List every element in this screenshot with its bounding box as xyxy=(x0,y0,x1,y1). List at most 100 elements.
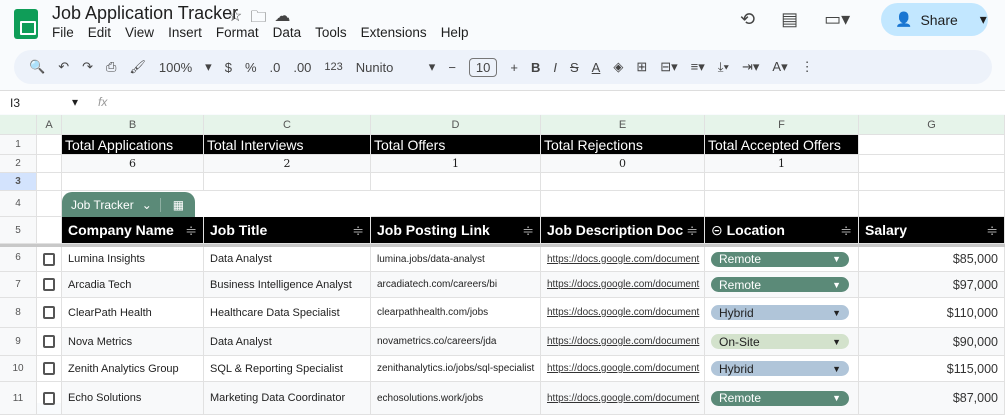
summary-value[interactable]: 0 xyxy=(541,155,705,173)
menu-file[interactable]: File xyxy=(52,25,74,40)
doc-link[interactable]: https://docs.google.com/document xyxy=(547,254,699,265)
summary-label[interactable]: Total Applications xyxy=(62,135,204,155)
filter-icon[interactable]: ≑ xyxy=(185,222,197,239)
filter-icon[interactable]: ≑ xyxy=(840,222,852,239)
checkbox[interactable] xyxy=(43,335,55,348)
corner[interactable] xyxy=(0,115,37,135)
job-posting-link[interactable]: zenithanalytics.io/jobs/sql-specialist xyxy=(371,356,541,382)
percent-button[interactable]: % xyxy=(245,60,257,75)
print-icon[interactable]: ⎙ xyxy=(106,59,116,75)
job-posting-link[interactable]: lumina.jobs/data-analyst xyxy=(371,247,541,272)
wrap-icon[interactable]: ⇥▾ xyxy=(742,59,759,75)
cell-a[interactable] xyxy=(37,155,62,173)
column-header-C[interactable]: C xyxy=(204,115,371,135)
meet-icon[interactable]: ▭▾ xyxy=(824,9,850,30)
row-checkbox[interactable] xyxy=(37,272,62,298)
font-size-decrease[interactable]: − xyxy=(448,60,456,75)
column-header-B[interactable]: B xyxy=(62,115,204,135)
merge-icon[interactable]: ⊟▾ xyxy=(660,59,677,75)
empty-cell[interactable] xyxy=(204,173,371,191)
cell-g[interactable] xyxy=(859,155,1005,173)
redo-icon[interactable]: ↷ xyxy=(82,59,93,75)
borders-icon[interactable]: ⊞ xyxy=(636,59,647,75)
menu-format[interactable]: Format xyxy=(216,25,259,40)
sheets-logo[interactable] xyxy=(14,9,38,39)
filter-icon[interactable]: ≑ xyxy=(686,222,698,239)
doc-link-cell[interactable]: https://docs.google.com/document xyxy=(541,356,705,382)
doc-link-cell[interactable]: https://docs.google.com/document xyxy=(541,328,705,356)
salary[interactable]: $97,000 xyxy=(859,272,1005,298)
summary-value[interactable]: 1 xyxy=(705,155,859,173)
row-header-1[interactable]: 1 xyxy=(0,135,37,155)
company-name[interactable]: Echo Solutions xyxy=(62,382,204,415)
chevron-down-icon[interactable]: ▾ xyxy=(72,95,78,109)
company-name[interactable]: ClearPath Health xyxy=(62,298,204,328)
company-name[interactable]: Nova Metrics xyxy=(62,328,204,356)
doc-link-cell[interactable]: https://docs.google.com/document xyxy=(541,298,705,328)
company-name[interactable]: Lumina Insights xyxy=(62,247,204,272)
salary[interactable]: $87,000 xyxy=(859,382,1005,415)
column-header-E[interactable]: E xyxy=(541,115,705,135)
empty-cell[interactable] xyxy=(371,173,541,191)
summary-label[interactable]: Total Offers xyxy=(371,135,541,155)
align-icon[interactable]: ≡▾ xyxy=(691,59,705,75)
job-title[interactable]: Data Analyst xyxy=(204,247,371,272)
doc-link[interactable]: https://docs.google.com/document xyxy=(547,336,699,347)
valign-icon[interactable]: ⤓▾ xyxy=(718,59,729,75)
menu-view[interactable]: View xyxy=(125,25,154,40)
location-cell[interactable]: Remote ▼ xyxy=(705,247,859,272)
summary-label[interactable]: Total Accepted Offers xyxy=(705,135,859,155)
job-title[interactable]: Healthcare Data Specialist xyxy=(204,298,371,328)
salary[interactable]: $115,000 xyxy=(859,356,1005,382)
row-header-10[interactable]: 10 xyxy=(0,356,37,382)
job-title[interactable]: Business Intelligence Analyst xyxy=(204,272,371,298)
column-header-D[interactable]: D xyxy=(371,115,541,135)
cell-a[interactable] xyxy=(37,191,62,217)
row-checkbox[interactable] xyxy=(37,298,62,328)
column-header-G[interactable]: G xyxy=(859,115,1005,135)
row-header-7[interactable]: 7 xyxy=(0,272,37,298)
doc-link[interactable]: https://docs.google.com/document xyxy=(547,279,699,290)
more-formats-button[interactable]: 123 xyxy=(324,61,342,73)
salary[interactable]: $110,000 xyxy=(859,298,1005,328)
doc-link[interactable]: https://docs.google.com/document xyxy=(547,393,699,404)
cell-a[interactable] xyxy=(37,135,62,155)
currency-button[interactable]: $ xyxy=(225,60,232,75)
filter-icon[interactable]: ≑ xyxy=(352,222,364,239)
summary-label[interactable]: Total Interviews xyxy=(204,135,371,155)
column-header-job-title[interactable]: Job Title ≑ xyxy=(204,217,371,244)
strikethrough-icon[interactable]: S xyxy=(570,60,579,75)
location-chip[interactable]: Remote ▼ xyxy=(711,390,849,406)
location-chip[interactable]: Hybrid ▼ xyxy=(711,305,849,320)
italic-icon[interactable]: I xyxy=(553,60,557,75)
row-checkbox[interactable] xyxy=(37,356,62,382)
summary-value[interactable]: 2 xyxy=(204,155,371,173)
row-header-5[interactable]: 5 xyxy=(0,217,37,244)
job-posting-link[interactable]: arcadiatech.com/careers/bi xyxy=(371,272,541,298)
job-posting-link[interactable]: clearpathhealth.com/jobs xyxy=(371,298,541,328)
empty-cell[interactable] xyxy=(541,173,705,191)
column-header-location[interactable]: ⊝ Location ≑ xyxy=(705,217,859,244)
doc-link[interactable]: https://docs.google.com/document xyxy=(547,307,699,318)
doc-link[interactable]: https://docs.google.com/document xyxy=(547,363,699,374)
location-cell[interactable]: Remote ▼ xyxy=(705,272,859,298)
job-title[interactable]: SQL & Reporting Specialist xyxy=(204,356,371,382)
name-box[interactable]: I3 xyxy=(10,96,20,110)
empty-cell[interactable] xyxy=(541,191,705,217)
menu-tools[interactable]: Tools xyxy=(315,25,347,40)
location-cell[interactable]: Hybrid ▼ xyxy=(705,298,859,328)
increase-decimal-button[interactable]: .00 xyxy=(293,60,311,75)
cell-a[interactable] xyxy=(37,173,62,191)
job-title[interactable]: Data Analyst xyxy=(204,328,371,356)
history-icon[interactable]: ⟲ xyxy=(740,9,755,30)
chevron-down-icon[interactable]: ▾ xyxy=(980,11,987,28)
empty-cell[interactable] xyxy=(62,173,204,191)
summary-value[interactable]: 1 xyxy=(371,155,541,173)
column-header-company-name[interactable]: Company Name ≑ xyxy=(62,217,204,244)
location-chip[interactable]: Remote ▼ xyxy=(711,277,849,292)
location-cell[interactable]: Remote ▼ xyxy=(705,382,859,415)
column-header-job-description-doc[interactable]: Job Description Doc ≑ xyxy=(541,217,705,244)
rotate-icon[interactable]: A▾ xyxy=(772,59,787,75)
font-size-increase[interactable]: + xyxy=(510,60,518,75)
comment-icon[interactable]: ▤ xyxy=(781,9,798,30)
